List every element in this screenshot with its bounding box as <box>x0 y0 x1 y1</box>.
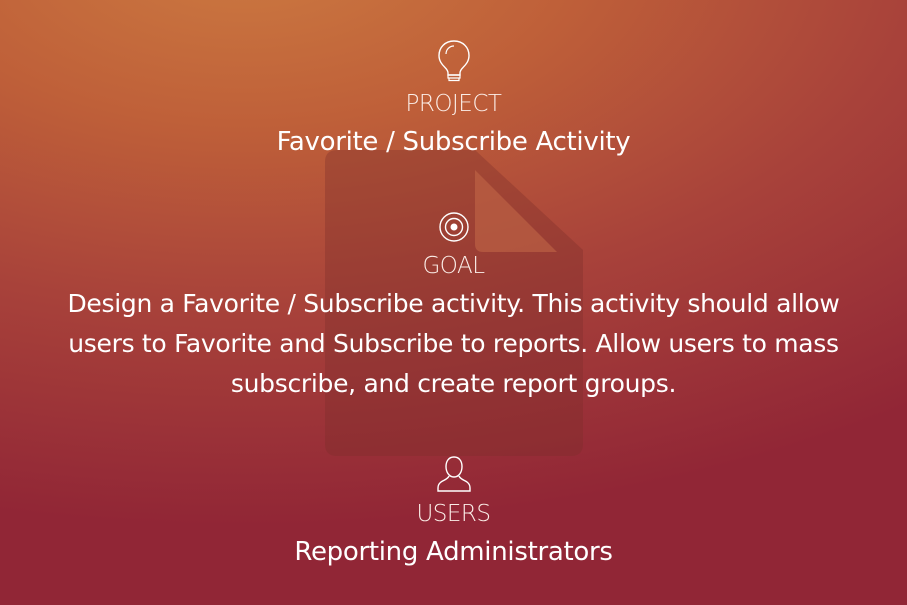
users-value: Reporting Administrators <box>294 537 613 567</box>
project-label: PROJECT <box>405 91 502 117</box>
goal-label: GOAL <box>422 253 485 279</box>
lightbulb-icon <box>437 40 470 82</box>
user-icon <box>436 456 471 492</box>
goal-description: Design a Favorite / Subscribe activity. … <box>67 289 840 398</box>
project-title: Favorite / Subscribe Activity <box>276 127 631 157</box>
users-label: USERS <box>416 501 491 527</box>
target-icon <box>438 212 469 242</box>
